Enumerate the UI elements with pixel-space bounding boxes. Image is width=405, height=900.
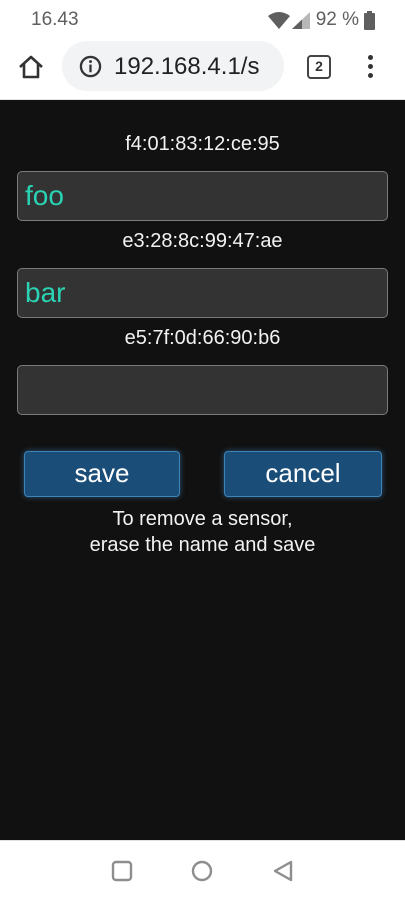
save-button[interactable]: save: [24, 451, 180, 497]
sensor-name-input[interactable]: [17, 365, 388, 415]
info-icon[interactable]: [79, 55, 102, 78]
home-icon[interactable]: [17, 53, 45, 81]
help-text-line: To remove a sensor,: [112, 508, 293, 530]
url-text[interactable]: 192.168.4.1/s: [114, 53, 259, 81]
sensor-mac-label: f4:01:83:12:ce:95: [125, 133, 280, 155]
status-bar: 16.43 92 %: [0, 0, 405, 38]
status-icons: 92 %: [267, 9, 375, 31]
tab-count: 2: [315, 58, 323, 74]
wifi-icon: [267, 11, 290, 29]
signal-icon: [291, 11, 310, 29]
tabs-icon[interactable]: 2: [307, 55, 331, 79]
sensor-name-input[interactable]: [17, 268, 388, 318]
battery-icon: [364, 10, 375, 30]
sensor-name-input[interactable]: [17, 171, 388, 221]
home-circle-icon[interactable]: [191, 860, 213, 882]
page-content: f4:01:83:12:ce:95 e3:28:8c:99:47:ae e5:7…: [0, 101, 405, 840]
help-text: To remove a sensor, erase the name and s…: [0, 506, 405, 558]
cancel-button[interactable]: cancel: [224, 451, 382, 497]
recents-icon[interactable]: [111, 860, 133, 882]
address-bar[interactable]: 192.168.4.1/s: [62, 41, 284, 91]
battery-percent: 92 %: [315, 9, 359, 30]
more-vert-icon[interactable]: [360, 55, 380, 81]
help-text-line: erase the name and save: [89, 534, 316, 556]
system-nav-bar: [0, 840, 405, 900]
browser-toolbar: 192.168.4.1/s 2: [0, 38, 405, 100]
sensor-mac-label: e5:7f:0d:66:90:b6: [124, 327, 281, 349]
back-icon[interactable]: [272, 860, 294, 882]
status-time: 16.43: [31, 9, 79, 30]
sensor-mac-label: e3:28:8c:99:47:ae: [122, 230, 283, 252]
